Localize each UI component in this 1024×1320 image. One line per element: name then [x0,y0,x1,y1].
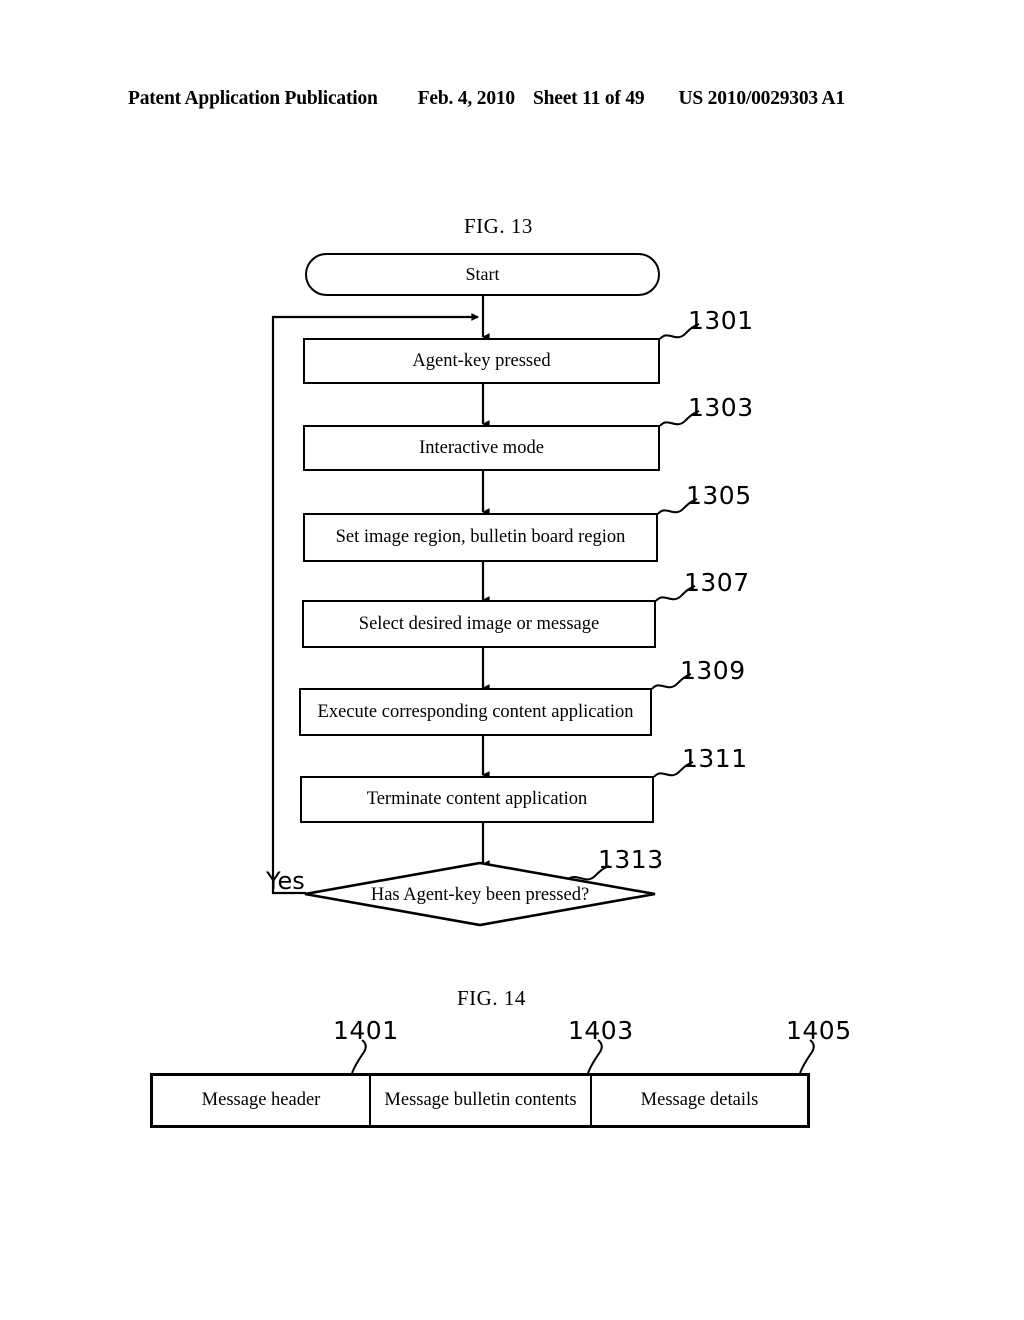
message-structure-cell-header: Message header [153,1076,371,1125]
reference-numeral-1305: 1305 [686,481,752,510]
patent-drawing-page: Patent Application Publication Feb. 4, 2… [0,0,1024,1320]
decision-label: Has Agent-key been pressed? [370,885,590,905]
step-label: Select desired image or message [358,613,600,634]
flowchart-step-agent-key-pressed: Agent-key pressed [303,338,660,384]
fig14-caption: FIG. 14 [457,986,526,1010]
message-structure-cell-details: Message details [592,1076,807,1125]
message-structure-table: Message header Message bulletin contents… [150,1073,810,1128]
reference-numeral-1403: 1403 [568,1016,634,1045]
reference-numeral-1303: 1303 [688,393,754,422]
step-label: Terminate content application [366,789,588,809]
reference-numeral-1311: 1311 [682,744,748,773]
reference-numeral-1313: 1313 [598,845,664,874]
flowchart-step-execute-content-application: Execute corresponding content applicatio… [299,688,652,736]
flowchart-step-set-image-region: Set image region, bulletin board region [303,513,658,562]
cell-label: Message header [201,1090,321,1110]
flowchart-step-terminate-content-application: Terminate content application [300,776,654,823]
cell-label: Message bulletin contents [384,1090,577,1110]
publication-title: Patent Application Publication [128,88,378,109]
cell-label: Message details [640,1090,759,1110]
reference-numeral-1301: 1301 [688,306,754,335]
reference-numeral-1401: 1401 [333,1016,399,1045]
step-label: Execute corresponding content applicatio… [317,701,634,722]
fig13-caption: FIG. 13 [464,214,533,238]
start-node-label: Start [465,264,500,284]
message-structure-cell-bulletin-contents: Message bulletin contents [371,1076,592,1125]
decision-yes-branch-label: Yes [266,867,305,895]
step-label: Interactive mode [419,437,544,458]
reference-numeral-1405: 1405 [786,1016,852,1045]
sheet-number: Sheet 11 of 49 [532,88,645,109]
patent-number: US 2010/0029303 A1 [678,88,845,109]
step-label: Set image region, bulletin board region [335,527,626,547]
flowchart-step-select-desired-image: Select desired image or message [302,600,656,648]
publication-date: Feb. 4, 2010 [417,88,515,109]
publication-header: Patent Application Publication Feb. 4, 2… [128,88,896,110]
reference-numeral-1309: 1309 [680,656,746,685]
flowchart-start-node: Start [305,253,660,296]
step-label: Agent-key pressed [412,350,551,371]
flowchart-step-interactive-mode: Interactive mode [303,425,660,471]
reference-numeral-1307: 1307 [684,568,750,597]
